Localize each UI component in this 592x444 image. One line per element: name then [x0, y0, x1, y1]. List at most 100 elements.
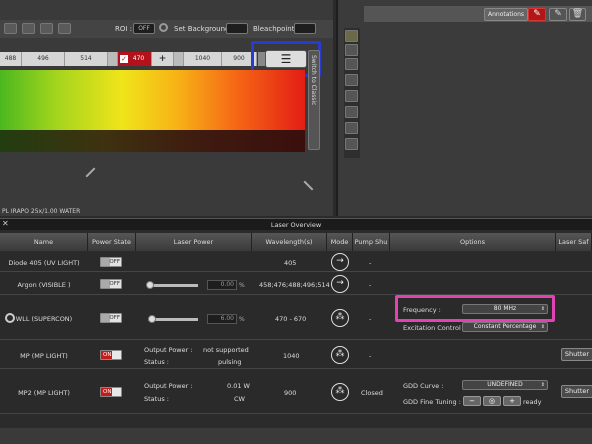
laser-470-checkbox[interactable]: ✓ [120, 55, 128, 63]
layers-icon[interactable] [345, 30, 358, 42]
power-toggle[interactable]: ON [100, 350, 122, 360]
add-laser-line-button[interactable]: + [152, 52, 174, 66]
laser-line-cell[interactable]: 514 [65, 52, 108, 66]
laser-table-header: Name Power State Laser Power Wavelength(… [0, 233, 592, 251]
output-power-value: not supported [203, 346, 249, 354]
wavelength-value: 900 [284, 389, 297, 397]
close-icon[interactable]: ✕ [2, 219, 12, 229]
chevron-down-icon: ⇕ [540, 382, 545, 388]
percent-unit: % [239, 316, 245, 323]
draw-pen-icon[interactable]: ✎ [528, 8, 546, 21]
col-wavelengths[interactable]: Wavelength(s) [252, 233, 327, 251]
table-row: MP (MP LIGHT) ON Output Power : not supp… [0, 341, 592, 369]
col-pump-shutter[interactable]: Pump Shu [353, 233, 390, 251]
histogram-icon[interactable] [345, 138, 358, 150]
crop-icon[interactable] [58, 23, 71, 34]
mode-pulsed-icon[interactable]: ⁂ [331, 346, 349, 364]
annotations-button[interactable]: Annotations [484, 8, 528, 21]
col-mode[interactable]: Mode [327, 233, 353, 251]
bottom-strip [0, 428, 592, 444]
laser-line-cell[interactable]: 496 [22, 52, 65, 66]
tool-icon[interactable] [345, 74, 358, 86]
col-laser-power[interactable]: Laser Power [136, 233, 252, 251]
laser-line-cell[interactable]: 1040 [184, 52, 222, 66]
viewer-toolbar: ROI : OFF Set Background : Bleachpoint : [0, 20, 333, 38]
chevron-down-icon: ⇕ [540, 324, 545, 330]
bleachpoint-label: Bleachpoint : [253, 25, 300, 33]
laser-name: Diode 405 (UV LIGHT) [8, 259, 80, 267]
power-toggle[interactable]: ON [100, 387, 122, 397]
laser-name: MP2 (MP LIGHT) [18, 389, 70, 397]
gdd-curve-select[interactable]: UNDEFINED ⇕ [462, 380, 548, 390]
roi-label: ROI : [115, 25, 133, 33]
mode-pulsed-icon[interactable]: ⁂ [331, 309, 349, 327]
laser-line-cell[interactable]: 488 [0, 52, 22, 66]
col-laser-safety[interactable]: Laser Saf [556, 233, 592, 251]
col-name[interactable]: Name [0, 233, 88, 251]
tool-icon[interactable] [345, 58, 358, 70]
bleachpoint-toggle[interactable] [294, 23, 316, 34]
gdd-increase-button[interactable]: + [503, 396, 521, 406]
output-power-label: Output Power : [144, 346, 193, 354]
power-slider[interactable] [146, 281, 198, 289]
highlight-box-pink [395, 295, 555, 322]
power-toggle[interactable]: OFF [100, 257, 122, 267]
mode-arrow-icon[interactable]: → [331, 253, 349, 271]
output-power-label: Output Power : [144, 382, 193, 390]
col-power-state[interactable]: Power State [88, 233, 136, 251]
vertical-tool-strip [344, 28, 360, 158]
gdd-status: ready [523, 398, 542, 406]
pump-value: - [369, 352, 372, 360]
wavelength-value: 405 [284, 259, 297, 267]
pump-value: Closed [361, 389, 383, 397]
tool-icon[interactable] [345, 44, 358, 56]
gdd-reset-icon[interactable]: ◎ [483, 396, 501, 406]
gdd-fine-tuning-label: GDD Fine Tuning : [403, 398, 461, 406]
pump-value: - [369, 281, 372, 289]
roi-toggle[interactable]: OFF [133, 23, 155, 34]
mode-pulsed-icon[interactable]: ⁂ [331, 383, 349, 401]
status-label: Status : [144, 395, 169, 403]
viewer-lower-area [0, 152, 333, 214]
laser-line-spacer [108, 52, 118, 66]
power-toggle[interactable]: OFF [100, 279, 122, 289]
power-input[interactable]: 6.00 [207, 314, 237, 324]
trash-icon[interactable]: 🗑 [569, 8, 586, 21]
power-input[interactable]: 0.00 [207, 280, 237, 290]
mode-arrow-icon[interactable]: → [331, 275, 349, 293]
excitation-control-select[interactable]: Constant Percentage ⇕ [462, 322, 548, 332]
edit-pen-icon[interactable]: ✎ [549, 8, 567, 21]
excitation-control-label: Excitation Control : [403, 324, 466, 332]
zoom-icon[interactable] [22, 23, 35, 34]
right-panel [336, 0, 592, 216]
tool-icon[interactable] [345, 106, 358, 118]
laser-line-strip: 488 496 514 ✓ 470 + 1040 900 [0, 52, 257, 66]
gdd-decrease-button[interactable]: − [463, 396, 481, 406]
laser-name: WLL (SUPERCON) [15, 315, 73, 323]
laser-line-cell-470[interactable]: ✓ 470 [118, 52, 152, 66]
laser-name: Argon (VISIBLE ) [17, 281, 71, 289]
tool-icon[interactable] [345, 122, 358, 134]
spectrum-display [0, 70, 305, 130]
shutter-button[interactable]: Shutter [561, 385, 592, 398]
shutter-button[interactable]: Shutter [561, 348, 592, 361]
percent-unit: % [239, 282, 245, 289]
status-label: Status : [144, 358, 169, 366]
output-power-value: 0.01 W [227, 382, 250, 390]
switch-to-classic-button[interactable]: Switch to Classic [308, 50, 320, 150]
tool-icon[interactable] [345, 90, 358, 102]
col-options[interactable]: Options [390, 233, 556, 251]
power-slider[interactable] [148, 315, 198, 323]
status-value: pulsing [218, 358, 242, 366]
roi-settings-gear-icon[interactable] [159, 23, 168, 32]
laser-overview-title: Laser Overview [0, 218, 592, 230]
table-row: Argon (VISIBLE ) OFF 0.00 % 458;476;488;… [0, 273, 592, 295]
objective-label: PL IRAPO 25x/1.00 WATER [2, 208, 81, 215]
power-toggle[interactable]: OFF [100, 313, 122, 323]
status-value: CW [234, 395, 245, 403]
set-background-toggle[interactable] [226, 23, 248, 34]
wavelength-value: 458;476;488;496;514 [259, 281, 330, 289]
delete-icon[interactable] [40, 23, 53, 34]
laser-line-spacer [174, 52, 184, 66]
fit-icon[interactable] [4, 23, 17, 34]
